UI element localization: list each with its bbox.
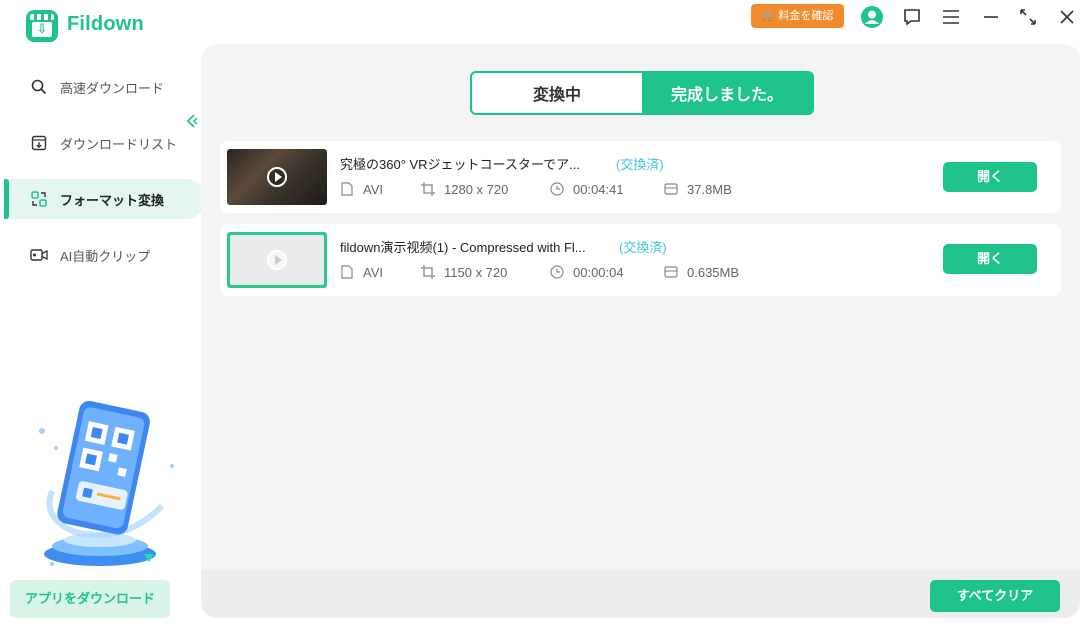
- close-icon[interactable]: [1054, 4, 1080, 30]
- file-name: fildown演示视频(1) - Compressed with Fl...: [340, 240, 586, 255]
- format-convert-icon: [30, 190, 48, 208]
- play-icon: [267, 167, 287, 187]
- check-price-label: 料金を確認: [778, 10, 834, 22]
- ai-clip-icon: [30, 246, 48, 264]
- menu-icon[interactable]: [938, 4, 964, 30]
- sidebar-item-label: ダウンロードリスト: [60, 136, 178, 152]
- file-row: 究極の360° VRジェットコースターでア... (交換済) AVI 1280 …: [220, 141, 1061, 213]
- app-name: Fildown: [67, 13, 144, 35]
- open-button[interactable]: 開く: [943, 162, 1037, 192]
- sidebar: 高速ダウンロード ダウンロードリスト フォーマット変換 AI自動クリップ アプリ…: [0, 44, 206, 629]
- file-name: 究極の360° VRジェットコースターでア...: [340, 157, 580, 172]
- sidebar-item-label: AI自動クリップ: [60, 248, 151, 264]
- file-row: fildown演示视频(1) - Compressed with Fl... (…: [220, 224, 1061, 296]
- crop-icon: [421, 265, 435, 279]
- chat-icon[interactable]: [899, 4, 925, 30]
- status-badge: (交換済): [619, 240, 667, 255]
- file-icon: [340, 182, 354, 196]
- file-duration: 00:00:04: [550, 264, 624, 280]
- sidebar-item-ai-clip[interactable]: AI自動クリップ: [4, 235, 206, 275]
- sidebar-item-label: 高速ダウンロード: [60, 80, 165, 96]
- download-app-button[interactable]: アプリをダウンロード: [10, 580, 170, 618]
- fildown-logo-icon: ⇩: [26, 10, 58, 42]
- file-size: 0.635MB: [664, 264, 739, 280]
- file-format: AVI: [340, 181, 383, 197]
- file-icon: [340, 265, 354, 279]
- search-icon: [30, 78, 48, 96]
- sidebar-item-format-convert[interactable]: フォーマット変換: [4, 179, 206, 219]
- clear-all-button[interactable]: すべてクリア: [930, 580, 1060, 612]
- status-badge: (交換済): [616, 157, 664, 172]
- app-promo-illustration: [22, 396, 182, 574]
- minimize-icon[interactable]: [978, 4, 1004, 30]
- sidebar-item-fast-download[interactable]: 高速ダウンロード: [4, 67, 206, 107]
- storage-icon: [664, 265, 678, 279]
- footer-bar: すべてクリア: [201, 570, 1080, 618]
- sidebar-item-download-list[interactable]: ダウンロードリスト: [4, 123, 206, 163]
- file-format: AVI: [340, 264, 383, 280]
- play-icon: [267, 250, 287, 270]
- tab-completed[interactable]: 完成しました。: [642, 73, 812, 113]
- download-list-icon: [30, 134, 48, 152]
- maximize-icon[interactable]: [1015, 4, 1041, 30]
- open-button[interactable]: 開く: [943, 244, 1037, 274]
- check-price-button[interactable]: 🛒 料金を確認: [751, 4, 844, 28]
- file-duration: 00:04:41: [550, 181, 624, 197]
- crop-icon: [421, 182, 435, 196]
- file-resolution: 1280 x 720: [421, 181, 508, 197]
- conversion-tabs: 変換中 完成しました。: [470, 71, 814, 115]
- main-panel: 変換中 完成しました。 究極の360° VRジェットコースターでア... (交換…: [201, 44, 1080, 618]
- file-size: 37.8MB: [664, 181, 732, 197]
- clock-icon: [550, 182, 564, 196]
- video-thumbnail[interactable]: [227, 232, 327, 288]
- sidebar-item-label: フォーマット変換: [60, 192, 165, 208]
- title-bar: ⇩ Fildown 🛒 料金を確認: [0, 0, 1085, 44]
- tab-converting[interactable]: 変換中: [472, 73, 642, 113]
- avatar-icon[interactable]: [859, 4, 885, 30]
- file-resolution: 1150 x 720: [421, 264, 507, 280]
- clock-icon: [550, 265, 564, 279]
- storage-icon: [664, 182, 678, 196]
- cart-icon: 🛒: [761, 10, 776, 22]
- video-thumbnail[interactable]: [227, 149, 327, 205]
